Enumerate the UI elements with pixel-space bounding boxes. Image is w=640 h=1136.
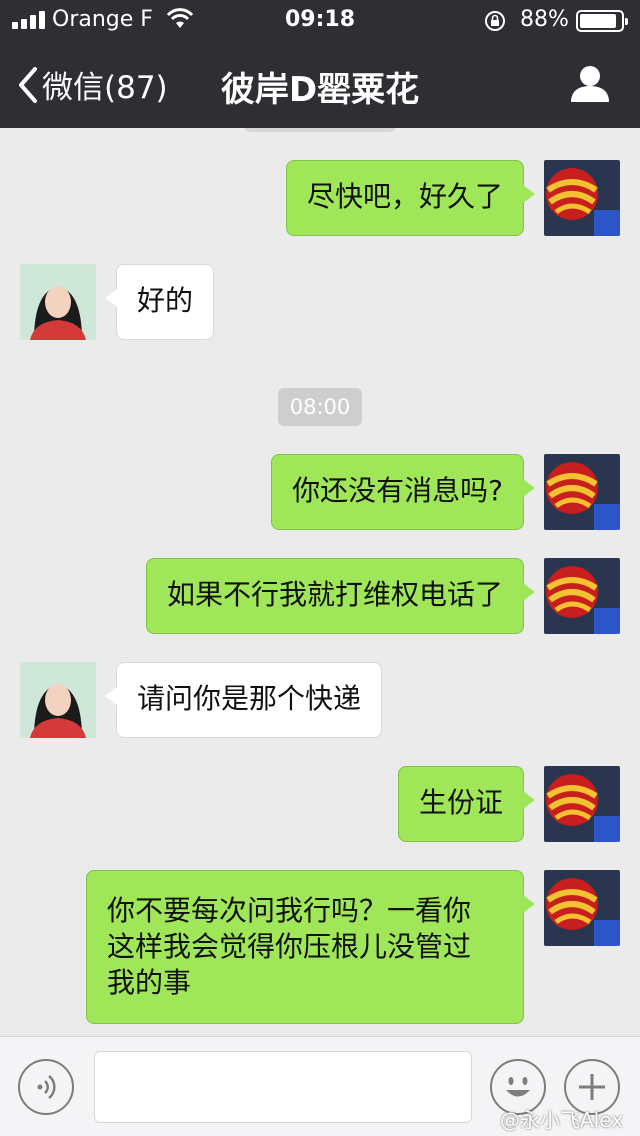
message-bubble-sent[interactable]: 尽快吧，好久了 (285, 160, 536, 236)
my-avatar[interactable] (544, 870, 620, 946)
voice-button[interactable] (18, 1059, 74, 1115)
battery-icon (576, 10, 628, 32)
message-line: 我的事 (107, 966, 192, 999)
rotation-lock-icon (485, 11, 505, 31)
voice-icon (37, 1075, 56, 1099)
message-bubble-sent[interactable]: 如果不行我就打维权电话了 (145, 558, 536, 634)
message-bubble-sent[interactable]: 生份证 (397, 766, 536, 842)
contact-avatar[interactable] (20, 264, 96, 340)
top-bar: Orange F 09:18 88% 微信(87) 彼岸D罂粟花 (0, 0, 640, 128)
chat-area[interactable]: 尽快吧，好久了 好的 08:00 你还没有消息吗? 如果不行我就打维权电话了 请… (0, 128, 640, 1036)
message-bubble-received[interactable]: 请问你是那个快递 (104, 662, 383, 738)
my-avatar[interactable] (544, 454, 620, 530)
person-icon[interactable] (568, 64, 612, 104)
message-bubble-sent[interactable]: 你不要每次问我行吗？一看你 这样我会觉得你压根儿没管过 我的事 (86, 870, 535, 1024)
watermark-text: @永小飞Alex (500, 1108, 624, 1132)
message-line: 这样我会觉得你压根儿没管过 (107, 930, 472, 963)
my-avatar[interactable] (544, 558, 620, 634)
scrolled-timestamp (244, 128, 396, 132)
message-bubble-received[interactable]: 好的 (104, 264, 215, 340)
message-bubble-sent[interactable]: 你还没有消息吗? (271, 454, 535, 530)
status-bar: Orange F 09:18 88% (0, 0, 640, 40)
contact-avatar[interactable] (20, 662, 96, 738)
my-avatar[interactable] (544, 160, 620, 236)
time-divider: 08:00 (278, 388, 362, 426)
my-avatar[interactable] (544, 766, 620, 842)
battery-percent: 88% (520, 7, 569, 32)
message-input[interactable] (94, 1051, 472, 1123)
message-line: 你不要每次问我行吗？一看你 (107, 894, 472, 927)
nav-bar: 微信(87) 彼岸D罂粟花 (0, 40, 640, 128)
chat-title: 彼岸D罂粟花 (220, 70, 420, 110)
